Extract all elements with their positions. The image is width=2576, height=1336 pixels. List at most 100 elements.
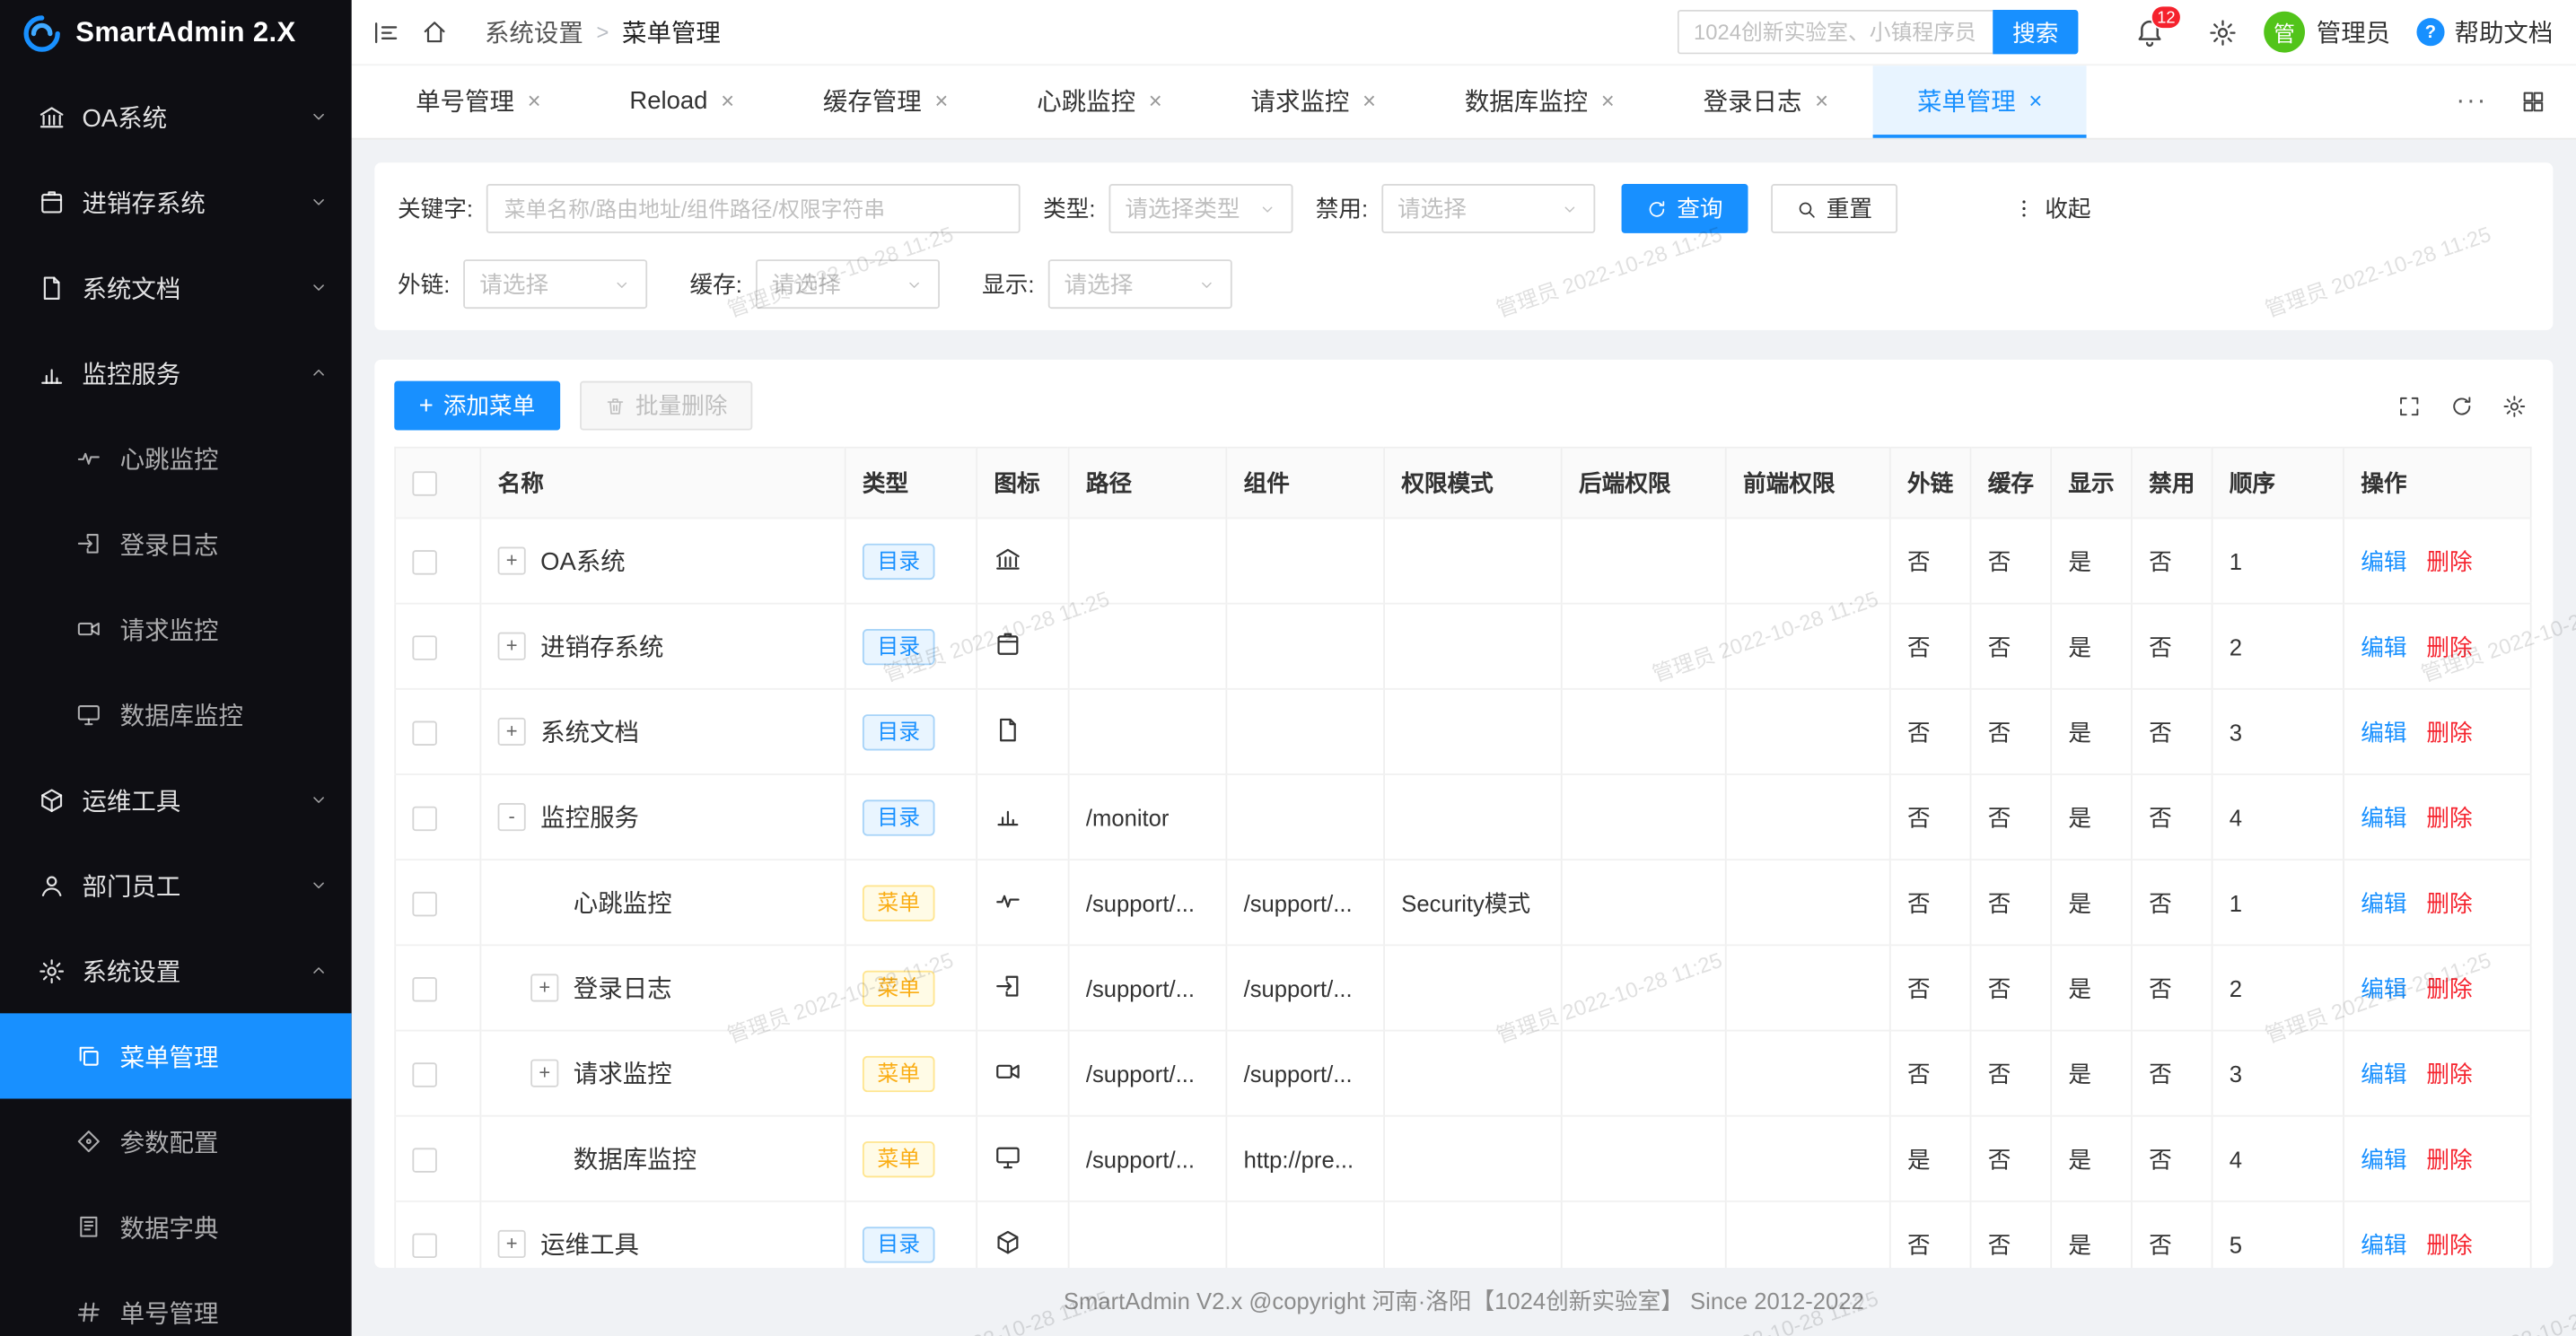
cell-frontend-perm bbox=[1726, 860, 1890, 945]
notification-bell-icon[interactable]: 12 bbox=[2134, 16, 2166, 48]
sidebar-item-ops-tools[interactable]: 运维工具 bbox=[0, 757, 352, 843]
sidebar-subitem-login-log[interactable]: 登录日志 bbox=[0, 501, 352, 586]
type-select[interactable]: 请选择类型 bbox=[1108, 184, 1292, 233]
row-checkbox[interactable] bbox=[412, 892, 436, 916]
sidebar-item-docs[interactable]: 系统文档 bbox=[0, 245, 352, 330]
tab-cache-manage[interactable]: 缓存管理× bbox=[778, 65, 992, 138]
delete-link[interactable]: 删除 bbox=[2426, 889, 2472, 915]
edit-link[interactable]: 编辑 bbox=[2361, 889, 2406, 915]
edit-link[interactable]: 编辑 bbox=[2361, 974, 2406, 1000]
collapse-button-label: 收起 bbox=[2045, 192, 2090, 225]
expand-toggle[interactable]: + bbox=[530, 974, 558, 1001]
sidebar-subitem-dictionary[interactable]: 数据字典 bbox=[0, 1184, 352, 1270]
delete-link[interactable]: 删除 bbox=[2426, 547, 2472, 573]
query-button[interactable]: 查询 bbox=[1621, 184, 1748, 233]
edit-link[interactable]: 编辑 bbox=[2361, 804, 2406, 830]
delete-link[interactable]: 删除 bbox=[2426, 1060, 2472, 1086]
fullscreen-icon[interactable] bbox=[2396, 393, 2421, 417]
trash-icon bbox=[604, 395, 626, 416]
global-search-input[interactable] bbox=[1678, 10, 1993, 54]
sidebar-item-erp[interactable]: 进销存系统 bbox=[0, 160, 352, 245]
row-checkbox[interactable] bbox=[412, 550, 436, 574]
close-icon[interactable]: × bbox=[721, 87, 734, 113]
batch-delete-button[interactable]: 批量删除 bbox=[580, 381, 752, 431]
topbar-gear-icon[interactable] bbox=[2208, 17, 2238, 47]
tab-db-monitor[interactable]: 数据库监控 × bbox=[1420, 65, 1659, 138]
sidebar-subitem-request-monitor[interactable]: 请求监控 bbox=[0, 586, 352, 671]
edit-link[interactable]: 编辑 bbox=[2361, 719, 2406, 745]
edit-link[interactable]: 编辑 bbox=[2361, 547, 2406, 573]
close-icon[interactable]: × bbox=[2028, 87, 2042, 113]
collapse-button[interactable]: 收起 bbox=[1989, 184, 2114, 233]
row-checkbox[interactable] bbox=[412, 977, 436, 1001]
close-icon[interactable]: × bbox=[1601, 87, 1615, 113]
help-doc-link[interactable]: ? 帮助文档 bbox=[2416, 14, 2553, 48]
sidebar-subitem-param-config[interactable]: 参数配置 bbox=[0, 1099, 352, 1184]
table-refresh-icon[interactable] bbox=[2449, 393, 2474, 417]
sidebar-subitem-order-manage[interactable]: 单号管理 bbox=[0, 1270, 352, 1336]
edit-link[interactable]: 编辑 bbox=[2361, 1146, 2406, 1172]
user-menu[interactable]: 管 管理员 bbox=[2264, 12, 2390, 53]
sidebar-subitem-db-monitor[interactable]: 数据库监控 bbox=[0, 672, 352, 757]
app-logo[interactable]: SmartAdmin 2.X bbox=[0, 0, 352, 65]
delete-link[interactable]: 删除 bbox=[2426, 974, 2472, 1000]
select-all-checkbox[interactable] bbox=[412, 472, 436, 496]
row-checkbox[interactable] bbox=[412, 807, 436, 831]
tab-reload[interactable]: Reload× bbox=[585, 65, 778, 138]
tab-request-monitor[interactable]: 请求监控× bbox=[1206, 65, 1420, 138]
cell-external: 否 bbox=[1890, 1031, 1971, 1116]
delete-link[interactable]: 删除 bbox=[2426, 633, 2472, 659]
sidebar-subitem-menu-manage[interactable]: 菜单管理 bbox=[0, 1013, 352, 1098]
close-icon[interactable]: × bbox=[528, 87, 541, 113]
external-select[interactable]: 请选择 bbox=[463, 259, 647, 309]
row-checkbox[interactable] bbox=[412, 1148, 436, 1172]
sidebar-item-settings[interactable]: 系统设置 bbox=[0, 928, 352, 1013]
close-icon[interactable]: × bbox=[934, 87, 948, 113]
delete-link[interactable]: 删除 bbox=[2426, 804, 2472, 830]
sidebar-item-monitor[interactable]: 监控服务 bbox=[0, 330, 352, 415]
table-row-monitor: -监控服务目录/monitor否否是否4编辑删除 bbox=[395, 774, 2530, 860]
expand-toggle[interactable]: + bbox=[498, 718, 526, 746]
row-checkbox[interactable] bbox=[412, 635, 436, 659]
tab-heartbeat[interactable]: 心跳监控× bbox=[993, 65, 1206, 138]
expand-toggle[interactable]: + bbox=[498, 547, 526, 575]
cache-select[interactable]: 请选择 bbox=[756, 259, 940, 309]
search-icon bbox=[1795, 198, 1817, 220]
close-icon[interactable]: × bbox=[1362, 87, 1376, 113]
expand-toggle[interactable]: + bbox=[498, 633, 526, 660]
expand-toggle[interactable]: - bbox=[498, 803, 526, 831]
row-checkbox[interactable] bbox=[412, 720, 436, 745]
tabs-grid-icon[interactable] bbox=[2520, 89, 2546, 115]
tab-order-manage[interactable]: 单号管理× bbox=[372, 65, 585, 138]
tab-login-log[interactable]: 登录日志× bbox=[1659, 65, 1872, 138]
expand-toggle[interactable]: + bbox=[498, 1230, 526, 1258]
delete-link[interactable]: 删除 bbox=[2426, 1231, 2472, 1257]
delete-link[interactable]: 删除 bbox=[2426, 719, 2472, 745]
tab-menu-manage[interactable]: 菜单管理× bbox=[1873, 65, 2087, 138]
sidebar-item-department[interactable]: 部门员工 bbox=[0, 843, 352, 928]
edit-link[interactable]: 编辑 bbox=[2361, 1231, 2406, 1257]
reset-button[interactable]: 重置 bbox=[1771, 184, 1897, 233]
keyword-input[interactable] bbox=[486, 184, 1021, 233]
breadcrumb-item[interactable]: 系统设置 bbox=[485, 14, 583, 48]
expand-toggle[interactable]: + bbox=[530, 1060, 558, 1087]
cell-path bbox=[1069, 1201, 1227, 1268]
global-search-button[interactable]: 搜索 bbox=[1993, 10, 2078, 54]
delete-link[interactable]: 删除 bbox=[2426, 1146, 2472, 1172]
tab-label: 数据库监控 bbox=[1465, 83, 1588, 117]
close-icon[interactable]: × bbox=[1149, 87, 1162, 113]
add-menu-button[interactable]: + 添加菜单 bbox=[394, 381, 559, 431]
menu-fold-icon[interactable] bbox=[372, 17, 401, 47]
row-checkbox[interactable] bbox=[412, 1233, 436, 1257]
column-settings-gear-icon[interactable] bbox=[2502, 393, 2527, 417]
close-icon[interactable]: × bbox=[1815, 87, 1828, 113]
sidebar-subitem-heartbeat[interactable]: 心跳监控 bbox=[0, 415, 352, 501]
tabs-more-button[interactable]: ··· bbox=[2456, 87, 2487, 117]
edit-link[interactable]: 编辑 bbox=[2361, 633, 2406, 659]
row-checkbox[interactable] bbox=[412, 1062, 436, 1087]
edit-link[interactable]: 编辑 bbox=[2361, 1060, 2406, 1086]
sidebar-item-oa[interactable]: OA系统 bbox=[0, 74, 352, 159]
home-icon[interactable] bbox=[421, 18, 449, 46]
show-select[interactable]: 请选择 bbox=[1047, 259, 1231, 309]
disabled-select[interactable]: 请选择 bbox=[1381, 184, 1595, 233]
